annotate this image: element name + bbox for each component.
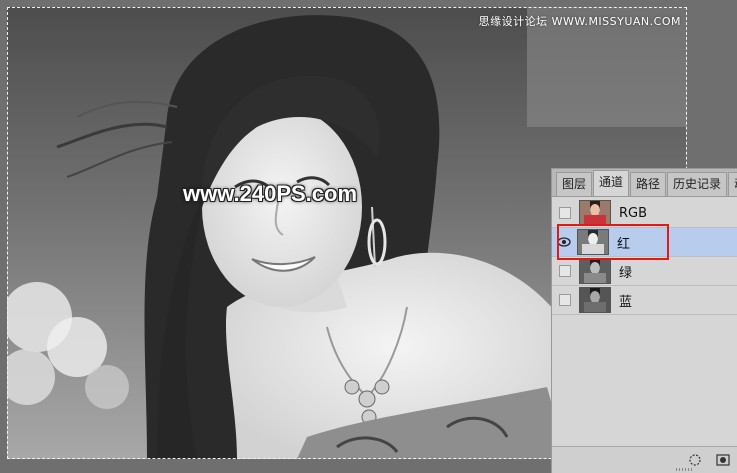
channel-list: RGB 红 绿 蓝 xyxy=(552,199,737,315)
channel-row-green[interactable]: 绿 xyxy=(552,257,737,286)
tab-layers[interactable]: 图层 xyxy=(556,172,593,196)
channel-thumbnail-red xyxy=(577,229,609,255)
channel-label-rgb: RGB xyxy=(619,205,648,221)
tab-actions[interactable]: 动 xyxy=(728,172,737,196)
channel-thumbnail-blue xyxy=(579,287,611,313)
channel-label-green: 绿 xyxy=(619,265,633,281)
panel-resize-grip[interactable] xyxy=(676,468,694,471)
rgb-thumbnail-icon xyxy=(580,201,610,225)
load-selection-icon xyxy=(689,454,701,466)
visibility-toggle[interactable] xyxy=(557,235,571,249)
channel-label-blue: 蓝 xyxy=(619,294,633,310)
panel-tab-bar: 图层 通道 路径 历史记录 动 xyxy=(552,169,737,197)
channel-row-blue[interactable]: 蓝 xyxy=(552,286,737,315)
red-thumbnail-icon xyxy=(578,230,608,254)
save-selection-icon xyxy=(716,454,730,466)
channel-label-red: 红 xyxy=(617,236,631,252)
load-selection-button[interactable] xyxy=(688,453,702,467)
visibility-toggle[interactable] xyxy=(559,265,571,277)
channels-panel: 图层 通道 路径 历史记录 动 RGB xyxy=(551,168,737,473)
tab-history[interactable]: 历史记录 xyxy=(667,172,728,196)
channel-row-red[interactable]: 红 xyxy=(552,228,737,257)
panel-footer xyxy=(552,446,737,473)
channel-thumbnail-green xyxy=(579,258,611,284)
visibility-toggle[interactable] xyxy=(559,294,571,306)
visibility-toggle[interactable] xyxy=(559,207,571,219)
tab-channels[interactable]: 通道 xyxy=(593,170,630,196)
save-selection-button[interactable] xyxy=(716,453,730,467)
blue-thumbnail-icon xyxy=(580,288,610,312)
eye-icon xyxy=(557,237,571,247)
watermark-site-main: www.240PS.com xyxy=(183,181,358,206)
channel-row-rgb[interactable]: RGB xyxy=(552,199,737,228)
green-thumbnail-icon xyxy=(580,259,610,283)
tab-paths[interactable]: 路径 xyxy=(630,172,667,196)
watermark-site-top: 思缘设计论坛 WWW.MISSYUAN.COM xyxy=(478,15,681,28)
channel-thumbnail-rgb xyxy=(579,200,611,226)
